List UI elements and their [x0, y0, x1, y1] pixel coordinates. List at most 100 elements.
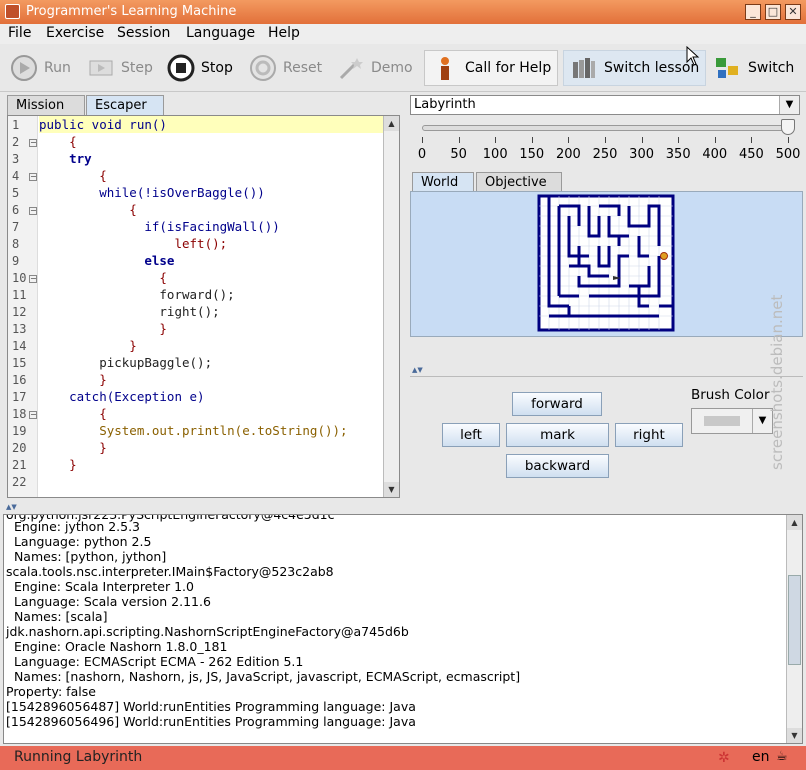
scroll-up-icon[interactable]: ▲ [787, 515, 802, 530]
console-scroll-thumb[interactable] [788, 575, 801, 665]
demo-button[interactable]: Demo [337, 50, 413, 86]
code-line: { [39, 202, 137, 217]
world-view[interactable] [410, 191, 803, 337]
slider-tick-label: 300 [629, 147, 655, 162]
backward-button[interactable]: backward [506, 454, 609, 478]
code-editor[interactable]: 1 2 3 4 5 6 7 8 9 10 11 12 13 14 15 16 1… [7, 115, 400, 498]
world-selector[interactable]: Labyrinth ▼ [410, 95, 800, 115]
slider-tick-label: 0 [417, 147, 427, 162]
line-number: 3 [12, 152, 20, 166]
console-line: [1542896056496] World:runEntities Progra… [6, 714, 416, 729]
scroll-down-icon[interactable]: ▼ [384, 482, 399, 497]
step-button[interactable]: Step [87, 50, 153, 86]
fold-toggle-icon[interactable]: − [29, 411, 37, 419]
slider-tick-label: 350 [665, 147, 691, 162]
stop-button[interactable]: Stop [167, 50, 233, 86]
scroll-down-icon[interactable]: ▼ [787, 728, 802, 743]
line-number: 16 [12, 373, 27, 387]
switch-lesson-button[interactable]: Switch lesson [563, 50, 707, 86]
fold-toggle-icon[interactable]: − [29, 275, 37, 283]
demo-label: Demo [371, 60, 413, 76]
line-number: 5 [12, 186, 20, 200]
editor-scrollbar[interactable]: ▲ ▼ [383, 116, 399, 497]
switch-label: Switch [748, 60, 795, 76]
code-line: else [39, 253, 175, 268]
chevron-down-icon[interactable]: ▼ [779, 96, 799, 114]
tab-escaper[interactable]: Escaper [86, 95, 164, 115]
editor-panel: Mission Escaper 1 2 3 4 5 6 7 8 9 10 11 … [5, 95, 405, 500]
speed-slider-thumb[interactable] [781, 119, 795, 135]
code-line: if(isFacingWall()) [39, 219, 280, 234]
step-icon [89, 60, 113, 76]
maximize-icon[interactable]: □ [765, 4, 781, 20]
speed-slider-ticks [422, 137, 792, 143]
tab-world[interactable]: World [412, 172, 474, 192]
slider-tick [568, 137, 570, 143]
slider-tick-label: 100 [482, 147, 508, 162]
console-scrollbar[interactable]: ▲ ▼ [786, 515, 802, 743]
console-line: Names: [python, jython] [6, 549, 167, 564]
menu-language[interactable]: Language [186, 25, 255, 41]
call-for-help-label: Call for Help [465, 60, 552, 76]
line-number: 7 [12, 220, 20, 234]
mark-button[interactable]: mark [506, 423, 609, 447]
line-number: 8 [12, 237, 20, 251]
call-for-help-button[interactable]: Call for Help [424, 50, 559, 86]
fold-toggle-icon[interactable]: − [29, 173, 37, 181]
slider-tick [788, 137, 789, 143]
scroll-up-icon[interactable]: ▲ [384, 116, 399, 131]
slider-tick [714, 137, 716, 143]
slider-tick-label: 500 [775, 147, 801, 162]
slider-tick-label: 450 [738, 147, 764, 162]
menu-help[interactable]: Help [268, 25, 300, 41]
code-line: { [39, 406, 107, 421]
watermark: screenshots.debian.net [748, 270, 806, 510]
switch-button[interactable]: Switch [714, 50, 794, 86]
line-number-gutter: 1 2 3 4 5 6 7 8 9 10 11 12 13 14 15 16 1… [8, 116, 38, 497]
slider-tick [678, 137, 680, 143]
code-line: } [39, 338, 137, 353]
line-number: 4 [12, 169, 20, 183]
control-panel: forward left mark right backward Brush C… [410, 372, 803, 502]
line-number: 14 [12, 339, 27, 353]
forward-button[interactable]: forward [512, 392, 602, 416]
fold-toggle-icon[interactable]: − [29, 207, 37, 215]
slider-tick [458, 137, 460, 143]
tab-mission[interactable]: Mission [7, 95, 85, 115]
menu-session[interactable]: Session [117, 25, 170, 41]
console-line: jdk.nashorn.api.scripting.NashornScriptE… [6, 624, 409, 639]
left-button[interactable]: left [442, 423, 500, 447]
language-indicator[interactable]: en [752, 749, 770, 765]
split-arrows-icon[interactable]: ▲▼ [6, 503, 17, 511]
slider-tick-label: 50 [450, 147, 467, 162]
app-icon [5, 4, 20, 19]
line-number: 18 [12, 407, 27, 421]
menu-exercise[interactable]: Exercise [46, 25, 104, 41]
right-button[interactable]: right [615, 423, 683, 447]
run-button[interactable]: Run [10, 50, 71, 86]
menu-file[interactable]: File [8, 25, 31, 41]
line-number: 20 [12, 441, 27, 455]
speed-slider[interactable] [422, 119, 795, 135]
reset-button[interactable]: Reset [249, 50, 322, 86]
slider-tick [641, 137, 643, 143]
run-label: Run [44, 60, 71, 76]
fold-toggle-icon[interactable]: − [29, 139, 37, 147]
close-icon[interactable]: ✕ [785, 4, 801, 20]
code-area[interactable]: public void run() { try { while(!isOverB… [39, 116, 383, 497]
slider-tick [495, 137, 497, 143]
slider-tick [605, 137, 606, 143]
console-output[interactable]: org.python.jsr223.PyScriptEngineFactory@… [3, 514, 803, 744]
tab-objective[interactable]: Objective [476, 172, 562, 192]
line-number: 9 [12, 254, 20, 268]
watermark-text: screenshots.debian.net [768, 294, 786, 470]
slider-tick [422, 137, 423, 143]
line-number: 22 [12, 475, 27, 489]
switch-blocks-icon [716, 58, 738, 78]
books-icon [573, 58, 595, 78]
code-line: { [39, 134, 77, 149]
minimize-icon[interactable]: _ [745, 4, 761, 20]
console-divider[interactable]: ▲▼ [0, 503, 806, 513]
line-number: 15 [12, 356, 27, 370]
console-line: Names: [nashorn, Nashorn, js, JS, JavaSc… [6, 669, 521, 684]
